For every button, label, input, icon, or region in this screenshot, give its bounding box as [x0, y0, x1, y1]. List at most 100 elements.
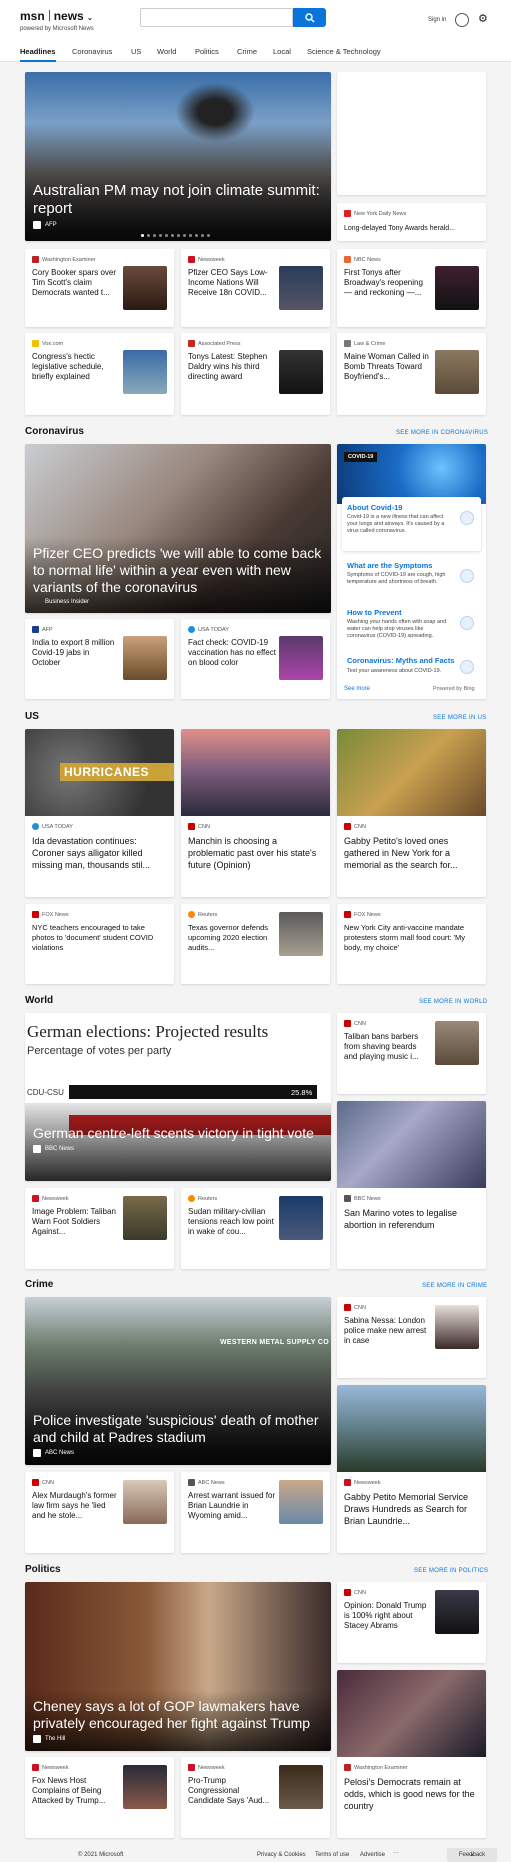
card-thumbnail — [279, 1196, 323, 1240]
see-more-us[interactable]: SEE MORE IN US — [433, 715, 487, 721]
politics-hero-card[interactable]: Cheney says a lot of GOP lawmakers have … — [25, 1582, 331, 1751]
news-card[interactable]: CNN Sabina Nessa: London police make new… — [337, 1297, 486, 1378]
news-card[interactable]: USA TODAY Fact check: COVID-19 vaccinati… — [181, 619, 330, 699]
news-card-large[interactable]: Washington Examiner Pelosi's Democrats r… — [337, 1670, 486, 1838]
bar-label: CDU-CSU — [27, 1088, 64, 1097]
news-card-large[interactable]: CNN Gabby Petito's loved ones gathered i… — [337, 729, 486, 897]
news-card[interactable]: Law & Crime Maine Woman Called in Bomb T… — [337, 333, 486, 415]
see-more-world[interactable]: SEE MORE IN WORLD — [419, 999, 487, 1005]
coronavirus-hero-card[interactable]: Pfizer CEO predicts 'we will able to com… — [25, 444, 331, 613]
news-card[interactable]: Newsweek Pro-Trump Congressional Candida… — [181, 1757, 330, 1838]
card-source: CNN — [354, 1589, 366, 1596]
msn-logo[interactable]: msn news ⌄ — [20, 9, 93, 23]
tab-headlines[interactable]: Headlines — [20, 47, 55, 56]
news-card[interactable]: Newsweek Fox News Host Complains of Bein… — [25, 1757, 174, 1838]
covid-item[interactable]: Coronavirus: Myths and Facts Test your a… — [342, 652, 481, 682]
world-hero-card[interactable]: German elections: Projected results Perc… — [25, 1013, 331, 1181]
news-card[interactable]: Newsweek Image Problem: Taliban Warn Foo… — [25, 1188, 174, 1269]
covid-item-text: Covid-19 is a new illness that can affec… — [347, 514, 445, 534]
covid-item[interactable]: How to Prevent Washing your hands often … — [342, 604, 481, 648]
covid-see-more[interactable]: See more — [344, 686, 370, 692]
news-card[interactable]: CNN Alex Murdaugh's former law firm says… — [25, 1472, 174, 1553]
news-card[interactable]: Associated Press Tonys Latest: Stephen D… — [181, 333, 330, 415]
ad-placeholder — [337, 72, 486, 195]
news-card-large[interactable]: Newsweek Gabby Petito Memorial Service D… — [337, 1385, 486, 1553]
card-thumbnail — [435, 350, 479, 394]
crime-hero-card[interactable]: WESTERN METAL SUPPLY CO Police investiga… — [25, 1297, 331, 1465]
see-more-politics[interactable]: SEE MORE IN POLITICS — [414, 1568, 488, 1574]
card-thumbnail — [279, 912, 323, 956]
more-menu[interactable]: ··· — [393, 1850, 399, 1856]
powered-by: powered by Microsoft News — [20, 26, 94, 32]
section-title-coronavirus: Coronavirus — [25, 426, 84, 437]
news-card[interactable]: Vox.com Congress's hectic legislative sc… — [25, 333, 174, 415]
card-title: India to export 8 million Covid-19 jabs … — [32, 638, 115, 667]
card-thumbnail — [123, 266, 167, 310]
tab-crime[interactable]: Crime — [237, 47, 257, 56]
card-title: Alex Murdaugh's former law firm says he … — [32, 1491, 117, 1520]
privacy-link[interactable]: Privacy & Cookies — [257, 1852, 306, 1858]
news-card-large[interactable]: CNN Manchin is choosing a problematic pa… — [181, 729, 330, 897]
tab-coronavirus[interactable]: Coronavirus — [72, 47, 112, 56]
card-title: Opinion: Donald Trump is 100% right abou… — [344, 1601, 427, 1630]
tab-us[interactable]: US — [131, 47, 141, 56]
covid-info-panel: COVID-19 About Covid-19 Covid-19 is a ne… — [337, 444, 486, 699]
tab-politics[interactable]: Politics — [195, 47, 219, 56]
news-card[interactable]: Reuters Sudan military-civilian tensions… — [181, 1188, 330, 1269]
news-card[interactable]: ABC News Arrest warrant issued for Brian… — [181, 1472, 330, 1553]
carousel-dots[interactable] — [141, 234, 210, 237]
card-title: Pfizer CEO Says Low-Income Nations Will … — [188, 268, 268, 297]
covid-item[interactable]: About Covid-19 Covid-19 is a new illness… — [342, 497, 481, 551]
card-source: Newsweek — [354, 1479, 381, 1486]
news-card[interactable]: AFP India to export 8 million Covid-19 j… — [25, 619, 174, 699]
hero-title: German centre-left scents victory in tig… — [33, 1125, 314, 1141]
see-more-coronavirus[interactable]: SEE MORE IN CORONAVIRUS — [396, 430, 488, 436]
card-source: NBC News — [354, 256, 381, 263]
card-source: AFP — [42, 626, 53, 633]
news-card[interactable]: CNN Opinion: Donald Trump is 100% right … — [337, 1582, 486, 1663]
gear-icon[interactable]: ⚙ — [478, 14, 488, 25]
news-card-large[interactable]: BBC News San Marino votes to legalise ab… — [337, 1101, 486, 1269]
feedback-label: Feedback — [458, 1852, 486, 1858]
search-input[interactable] — [140, 8, 293, 27]
search-button[interactable] — [293, 8, 326, 27]
card-title: San Marino votes to legalise abortion in… — [344, 1208, 458, 1230]
capitol-image — [181, 729, 330, 816]
card-thumbnail — [435, 1305, 479, 1349]
card-source: ABC News — [198, 1479, 225, 1486]
card-source: Law & Crime — [354, 340, 386, 347]
news-card-large[interactable]: HURRICANES USA TODAY Ida devastation con… — [25, 729, 174, 897]
news-card[interactable]: NBC News First Tonys after Broadway's re… — [337, 249, 486, 327]
news-card[interactable]: Newsweek Pfizer CEO Says Low-Income Nati… — [181, 249, 330, 327]
tab-science-technology[interactable]: Science & Technology — [307, 47, 381, 56]
hero-card[interactable]: Australian PM may not join climate summi… — [25, 72, 331, 241]
card-source: CNN — [198, 823, 210, 830]
source-icon — [33, 1449, 41, 1457]
tab-world[interactable]: World — [157, 47, 176, 56]
terms-link[interactable]: Terms of use — [315, 1852, 349, 1858]
card-title: Arrest warrant issued for Brian Laundrie… — [188, 1491, 276, 1520]
news-card[interactable]: Reuters Texas governor defends upcoming … — [181, 904, 330, 984]
news-card[interactable]: Washington Examiner Cory Booker spars ov… — [25, 249, 174, 327]
card-title: First Tonys after Broadway's reopening —… — [344, 268, 423, 297]
card-thumbnail — [123, 636, 167, 680]
hero-source: Business Insider — [45, 599, 90, 605]
card-thumbnail — [435, 1021, 479, 1065]
news-card[interactable]: CNN Taliban bans barbers from shaving be… — [337, 1013, 486, 1094]
news-card[interactable]: FOX News NYC teachers encouraged to take… — [25, 904, 174, 984]
tab-local[interactable]: Local — [273, 47, 291, 56]
news-card[interactable]: FOX News New York City anti-vaccine mand… — [337, 904, 486, 984]
card-title: Cory Booker spars over Tim Scott's claim… — [32, 268, 117, 297]
signin-link[interactable]: Sign in — [428, 17, 446, 23]
see-more-crime[interactable]: SEE MORE IN CRIME — [422, 1283, 487, 1289]
avatar-icon[interactable] — [455, 13, 469, 27]
hurricanes-label: HURRICANES — [60, 763, 174, 781]
logo-text: msn — [20, 9, 45, 23]
section-title-crime: Crime — [25, 1279, 54, 1290]
right-top-card[interactable]: New York Daily News Long-delayed Tony Aw… — [337, 203, 486, 241]
covid-item[interactable]: What are the Symptoms Symptoms of COVID-… — [342, 557, 481, 599]
feedback-button[interactable]: ▪ Feedback — [447, 1848, 497, 1862]
advertise-link[interactable]: Advertise — [360, 1852, 385, 1858]
card-title: Long-delayed Tony Awards herald... — [344, 225, 456, 232]
card-title: Maine Woman Called in Bomb Threats Towar… — [344, 352, 429, 381]
